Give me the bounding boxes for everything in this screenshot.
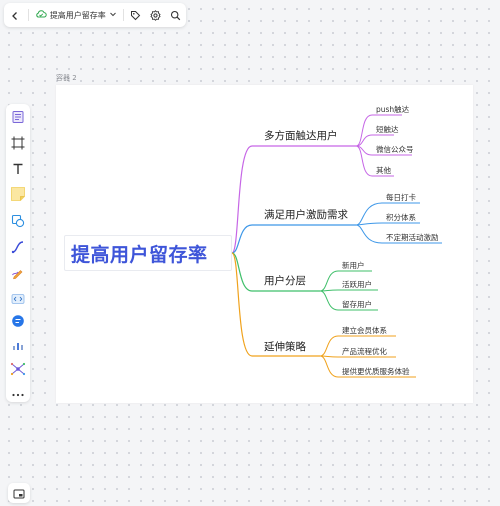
ai-assistant-tool[interactable] — [8, 312, 28, 332]
leaf-node[interactable]: 提供更优质服务体验 — [342, 366, 410, 377]
sticky-note-icon — [10, 186, 26, 206]
leaf-node[interactable]: 建立会员体系 — [342, 325, 387, 336]
settings-button[interactable] — [146, 3, 166, 27]
pen-icon — [11, 265, 25, 284]
mindmap-icon — [10, 361, 26, 380]
branch-node[interactable]: 延伸策略 — [264, 339, 306, 354]
leaf-node[interactable]: 留存用户 — [342, 299, 372, 310]
minimap-icon — [13, 484, 25, 503]
root-node-label: 提高用户留存率 — [71, 243, 208, 266]
leaf-node[interactable]: 其他 — [376, 165, 391, 176]
text-icon — [11, 161, 25, 180]
code-block-icon — [11, 291, 25, 310]
branch-node[interactable]: 满足用户激励需求 — [264, 207, 348, 222]
document-title-dropdown[interactable]: 提高用户留存率 — [31, 3, 121, 27]
back-button[interactable] — [4, 3, 26, 27]
leaf-node[interactable]: 产品流程优化 — [342, 346, 387, 357]
sticky-note-tool[interactable] — [8, 186, 28, 206]
leaf-node[interactable]: 不定期活动激励 — [386, 232, 439, 243]
leaf-node[interactable]: 每日打卡 — [386, 192, 416, 203]
tag-icon — [130, 6, 141, 25]
mindmap-tool[interactable] — [8, 360, 28, 380]
search-button[interactable] — [166, 3, 186, 27]
left-toolbar — [6, 104, 30, 402]
divider — [27, 9, 29, 21]
leaf-node[interactable]: push触达 — [376, 104, 409, 115]
document-title: 提高用户留存率 — [49, 10, 106, 20]
frame-label[interactable]: 容器 2 — [56, 73, 77, 83]
branch-node[interactable]: 多方面触达用户 — [264, 128, 338, 143]
pen-tool[interactable] — [8, 264, 28, 284]
chart-tool[interactable] — [8, 336, 28, 356]
top-bar: 提高用户留存率 — [4, 3, 186, 27]
more-icon — [11, 383, 25, 402]
search-icon — [170, 6, 181, 25]
code-block-tool[interactable] — [8, 290, 28, 310]
leaf-node[interactable]: 积分体系 — [386, 212, 416, 223]
tag-button[interactable] — [126, 3, 146, 27]
chevron-left-icon — [10, 6, 20, 25]
shape-icon — [11, 213, 25, 232]
more-tools-button[interactable] — [8, 382, 28, 402]
crop-frame-tool[interactable] — [8, 134, 28, 154]
shape-tool[interactable] — [8, 212, 28, 232]
connector-icon — [11, 239, 25, 258]
connector-tool[interactable] — [8, 238, 28, 258]
gear-icon — [150, 6, 161, 25]
chart-icon — [11, 337, 25, 356]
minimap-button[interactable] — [8, 483, 30, 503]
branch-node[interactable]: 用户分层 — [264, 273, 306, 288]
leaf-node[interactable]: 新用户 — [342, 260, 365, 271]
frame-template-tool[interactable] — [8, 108, 28, 128]
mindmap-root-node[interactable]: 提高用户留存率 — [64, 235, 232, 271]
leaf-node[interactable]: 活跃用户 — [342, 279, 372, 290]
leaf-node[interactable]: 短触达 — [376, 124, 399, 135]
leaf-node[interactable]: 微信公众号 — [376, 144, 414, 155]
ai-assistant-icon — [11, 313, 25, 332]
divider — [122, 9, 124, 21]
chevron-down-icon — [109, 10, 117, 20]
canvas-frame[interactable]: 提高用户留存率 多方面触达用户 满足用户激励需求 用户分层 延伸策略 push触… — [56, 85, 473, 403]
crop-frame-icon — [11, 135, 25, 154]
text-tool[interactable] — [8, 160, 28, 180]
cloud-sync-icon — [35, 9, 47, 21]
frame-template-icon — [11, 109, 25, 128]
